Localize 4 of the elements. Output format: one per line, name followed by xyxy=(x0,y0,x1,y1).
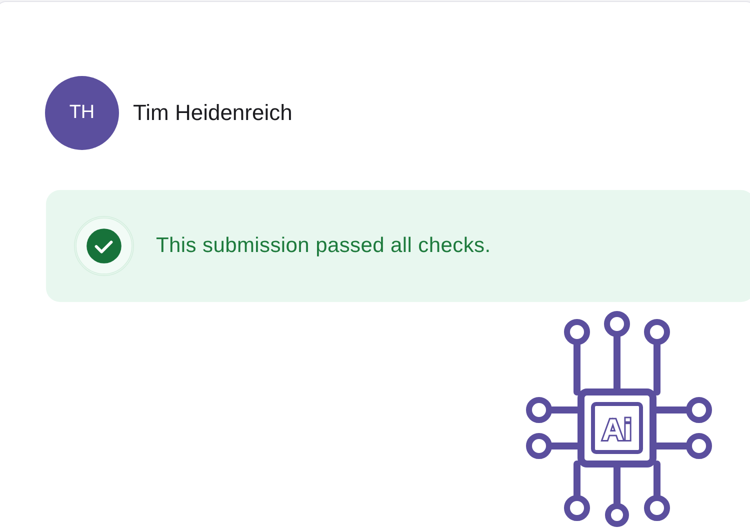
user-name: Tim Heidenreich xyxy=(133,100,292,126)
status-message: This submission passed all checks. xyxy=(156,234,491,258)
chip-sticker-drawing: Ai xyxy=(519,310,719,528)
avatar: TH xyxy=(45,76,119,150)
